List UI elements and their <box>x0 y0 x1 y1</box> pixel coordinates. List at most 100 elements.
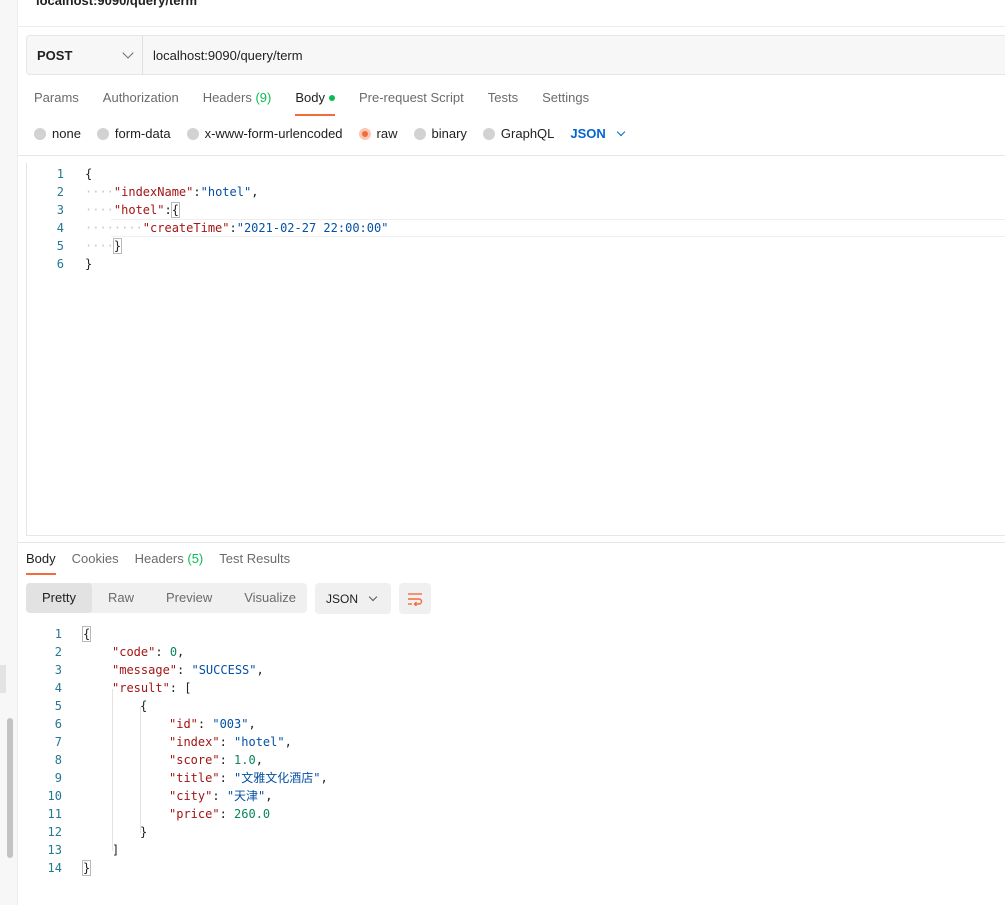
line-number: 11 <box>47 807 62 821</box>
tab-response-body[interactable]: Body <box>26 551 56 575</box>
modified-dot-icon <box>328 94 335 101</box>
line-number: 6 <box>56 257 64 271</box>
radio-urlencoded[interactable]: x-www-form-urlencoded <box>186 126 343 141</box>
line-number: 2 <box>56 185 64 199</box>
tab-headers-label: Headers <box>202 90 252 105</box>
tab-authorization[interactable]: Authorization <box>103 90 179 116</box>
sidebar-scrollbar[interactable] <box>7 718 13 858</box>
line-number: 10 <box>47 789 62 803</box>
request-body-editor[interactable]: 1{ 2 ····"indexName":"hotel", 3 ····"hotel… <box>26 163 1005 536</box>
request-title[interactable]: localhost:9090/query/term <box>36 0 197 8</box>
radio-graphql[interactable]: GraphQL <box>482 126 555 141</box>
body-format-select[interactable]: JSON <box>570 126 626 141</box>
response-format-label: JSON <box>326 591 359 606</box>
headers-count: (9) <box>255 90 272 105</box>
view-preview[interactable]: Preview <box>150 583 228 613</box>
json-key: "price" <box>169 807 220 821</box>
tab-params[interactable]: Params <box>34 90 79 116</box>
view-pretty[interactable]: Pretty <box>26 583 92 613</box>
json-string: "SUCCESS" <box>191 663 257 677</box>
json-key: "result" <box>112 681 170 695</box>
line-number: 12 <box>47 825 62 839</box>
json-string: "2021-02-27 22:00:00" <box>236 221 389 235</box>
tab-body[interactable]: Body <box>295 90 335 116</box>
json-string: "hotel" <box>234 735 285 749</box>
json-key: "createTime" <box>142 221 230 235</box>
radio-binary[interactable]: binary <box>413 126 467 141</box>
tab-settings[interactable]: Settings <box>542 90 589 116</box>
radio-raw[interactable]: raw <box>358 126 398 141</box>
line-number: 3 <box>56 203 64 217</box>
line-number: 13 <box>47 843 62 857</box>
tab-cookies[interactable]: Cookies <box>72 551 119 575</box>
view-visualize[interactable]: Visualize <box>228 583 312 613</box>
tab-tests[interactable]: Tests <box>488 90 518 116</box>
request-tabs: Params Authorization Headers (9) Body Pr… <box>34 90 613 116</box>
json-number: 0 <box>169 645 178 659</box>
line-number: 4 <box>56 221 64 235</box>
json-key: "id" <box>169 717 198 731</box>
tab-response-headers[interactable]: Headers (5) <box>135 551 204 575</box>
radio-icon <box>96 127 109 140</box>
divider <box>18 542 1005 543</box>
wrap-lines-icon <box>408 592 423 606</box>
chevron-down-icon <box>616 127 626 136</box>
radio-form-data[interactable]: form-data <box>96 126 171 141</box>
divider <box>18 155 1005 156</box>
indent-guide <box>140 707 141 833</box>
body-format-label: JSON <box>570 126 606 141</box>
json-string: "hotel" <box>200 185 252 199</box>
tab-headers-label: Headers <box>134 551 184 566</box>
json-key: "title" <box>169 771 220 785</box>
json-key: "message" <box>112 663 178 677</box>
line-number: 1 <box>54 627 62 641</box>
json-key: "score" <box>169 753 220 767</box>
radio-label: raw <box>376 126 398 141</box>
chevron-down-icon <box>122 47 134 59</box>
radio-icon <box>34 127 46 140</box>
tab-prerequest-script[interactable]: Pre-request Script <box>359 90 464 116</box>
radio-selected-icon <box>358 127 371 140</box>
json-key: "indexName" <box>113 185 194 199</box>
line-number: 1 <box>56 167 64 181</box>
radio-label: x-www-form-urlencoded <box>204 126 343 141</box>
chevron-down-icon <box>368 592 378 601</box>
json-key: "city" <box>169 789 213 803</box>
json-key: "index" <box>169 735 220 749</box>
response-format-select[interactable]: JSON <box>315 583 391 614</box>
line-number: 14 <box>47 861 62 875</box>
radio-icon <box>482 127 495 140</box>
line-number: 3 <box>54 663 62 677</box>
json-number: 260.0 <box>234 807 271 821</box>
tab-body-label: Body <box>295 90 325 105</box>
radio-none[interactable]: none <box>34 126 81 141</box>
headers-count: (5) <box>187 551 204 566</box>
json-string: "003" <box>212 717 249 731</box>
json-key: "hotel" <box>113 203 165 217</box>
radio-label: GraphQL <box>500 126 555 141</box>
tab-headers[interactable]: Headers (9) <box>203 90 272 116</box>
radio-icon <box>186 127 199 140</box>
body-type-options: none form-data x-www-form-urlencoded raw… <box>34 126 626 141</box>
line-number: 9 <box>54 771 62 785</box>
line-number: 6 <box>54 717 62 731</box>
line-number: 8 <box>54 753 62 767</box>
url-bar: POST localhost:9090/query/term <box>26 35 1005 75</box>
method-select[interactable]: POST <box>27 36 143 74</box>
radio-label: none <box>52 126 81 141</box>
json-number: 1.0 <box>234 753 256 767</box>
line-number: 5 <box>54 699 62 713</box>
wrap-lines-button[interactable] <box>399 583 431 614</box>
view-raw[interactable]: Raw <box>92 583 150 613</box>
line-number: 2 <box>54 645 62 659</box>
json-string: "天津" <box>226 789 266 803</box>
radio-icon <box>413 127 426 140</box>
response-body-viewer[interactable]: 1{ 2 "code": 0, 3 "message": "SUCCESS", 4 "… <box>18 625 1005 895</box>
sidebar-toggle[interactable] <box>0 665 6 693</box>
radio-label: binary <box>431 126 467 141</box>
radio-label: form-data <box>114 126 171 141</box>
line-number: 7 <box>54 735 62 749</box>
tab-test-results[interactable]: Test Results <box>219 551 290 575</box>
line-number: 4 <box>54 681 62 695</box>
url-input[interactable]: localhost:9090/query/term <box>143 48 303 63</box>
